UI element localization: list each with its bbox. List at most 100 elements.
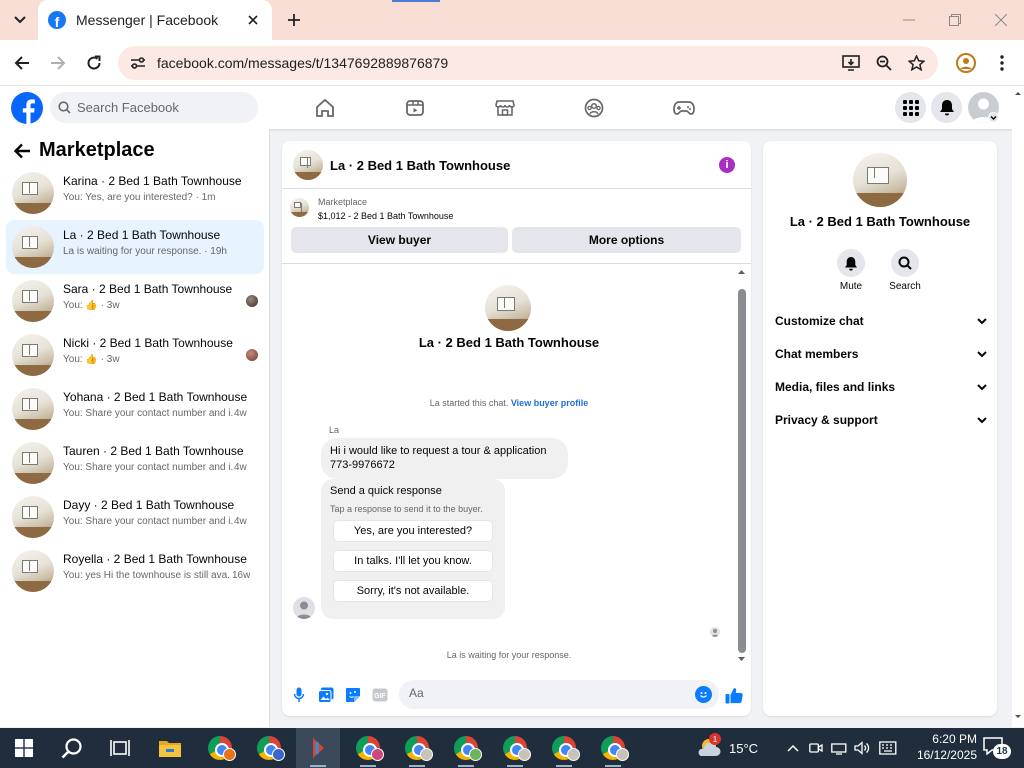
file-explorer-button[interactable] [148, 728, 192, 768]
chrome-window-button[interactable] [346, 728, 390, 768]
network-tray-icon[interactable] [830, 728, 848, 768]
section-media-files-links[interactable]: Media, files and links [775, 376, 987, 398]
zoom-button[interactable] [873, 52, 895, 74]
message-input[interactable] [409, 686, 679, 700]
chrome-window-button[interactable] [444, 728, 488, 768]
chrome-window-button[interactable] [493, 728, 537, 768]
svg-text:GIF: GIF [374, 693, 386, 700]
nav-marketplace[interactable] [492, 95, 518, 121]
emoji-button[interactable] [695, 686, 712, 703]
chat-title[interactable]: La · 2 Bed 1 Bath Townhouse [330, 158, 510, 173]
sticker-button[interactable] [344, 686, 362, 704]
chat-scrollbar-thumb[interactable] [738, 289, 746, 653]
restore-button[interactable] [932, 0, 978, 40]
close-tab-button[interactable] [244, 11, 262, 29]
conversation-item[interactable]: Nicki · 2 Bed 1 Bath Townhouse You: 👍 · … [6, 328, 264, 382]
address-bar[interactable]: facebook.com/messages/t/1347692889876879 [118, 46, 938, 80]
quick-response-option[interactable]: Yes, are you interested? [333, 520, 493, 542]
nav-video[interactable] [402, 95, 428, 121]
meet-tray-icon[interactable] [808, 728, 824, 768]
view-buyer-button[interactable]: View buyer [291, 227, 508, 253]
voice-clip-button[interactable] [290, 686, 308, 704]
menu-button[interactable] [895, 92, 926, 123]
chrome-profile-button[interactable] [954, 51, 978, 75]
search-action[interactable]: Search [885, 249, 925, 292]
search-conversation-button[interactable] [891, 249, 919, 277]
quick-response-option[interactable]: In talks. I'll let you know. [333, 550, 493, 572]
quick-response-option[interactable]: Sorry, it's not available. [333, 580, 493, 602]
thread-profile-name: La · 2 Bed 1 Bath Townhouse [418, 335, 600, 350]
profile-badge [223, 748, 236, 761]
conversation-item[interactable]: Royella · 2 Bed 1 Bath Townhouse You: ye… [6, 544, 264, 598]
section-chat-members[interactable]: Chat members [775, 343, 987, 365]
section-privacy-support[interactable]: Privacy & support [775, 409, 987, 431]
back-button[interactable] [9, 50, 35, 76]
search-taskbar-button[interactable] [50, 728, 94, 768]
gif-button[interactable]: GIF [371, 686, 389, 704]
forward-button[interactable] [45, 50, 71, 76]
chrome-menu-button[interactable] [990, 51, 1014, 75]
chrome-window-button[interactable] [542, 728, 586, 768]
conversation-item-active[interactable]: La · 2 Bed 1 Bath Townhouse La is waitin… [6, 220, 264, 274]
language-tray-icon[interactable] [877, 728, 899, 768]
message-input-box[interactable] [399, 680, 719, 709]
nav-home[interactable] [312, 95, 338, 121]
search-input[interactable] [77, 100, 247, 115]
conversation-preview: You: Share your contact number and i... [63, 408, 233, 419]
chrome-window-button[interactable] [395, 728, 439, 768]
info-button[interactable]: i [719, 157, 735, 173]
attach-media-button[interactable] [317, 686, 335, 704]
listing-detail[interactable]: $1,012 - 2 Bed 1 Bath Townhouse [318, 211, 453, 221]
minimize-button[interactable] [886, 0, 932, 40]
nav-groups[interactable] [581, 95, 607, 121]
chrome-window-button[interactable] [591, 728, 635, 768]
listing-thumbnail [12, 172, 54, 214]
active-app-button[interactable] [296, 728, 340, 768]
conversation-item[interactable]: Karina · 2 Bed 1 Bath Townhouse You: Yes… [6, 166, 264, 220]
facebook-search[interactable] [50, 92, 258, 123]
install-app-button[interactable] [840, 52, 862, 74]
conversation-item[interactable]: Dayy · 2 Bed 1 Bath Townhouse You: Share… [6, 490, 264, 544]
started-chat-text: La started this chat. [429, 398, 509, 408]
back-arrow-icon[interactable] [13, 143, 31, 159]
more-options-button[interactable]: More options [512, 227, 741, 253]
quick-response-title: Send a quick response [330, 485, 442, 497]
close-window-button[interactable] [978, 0, 1024, 40]
account-chevron[interactable] [988, 112, 999, 123]
listing-thumbnail[interactable] [293, 150, 323, 180]
page-scrollbar[interactable] [1012, 86, 1024, 727]
section-customize-chat[interactable]: Customize chat [775, 310, 987, 332]
message-thread: La · 2 Bed 1 Bath Townhouse La started t… [282, 265, 751, 666]
mute-action[interactable]: Mute [831, 249, 871, 292]
clock[interactable]: 6:20 PM 16/12/2025 [907, 731, 977, 763]
volume-tray-icon[interactable] [853, 728, 871, 768]
bookmark-button[interactable] [905, 52, 927, 74]
conversation-item[interactable]: Yohana · 2 Bed 1 Bath Townhouse You: Sha… [6, 382, 264, 436]
notification-center-button[interactable]: 18 [983, 737, 1013, 759]
notifications-button[interactable] [931, 92, 962, 123]
weather-widget[interactable]: 1 15°C [697, 728, 758, 768]
incoming-message[interactable]: Hi i would like to request a tour & appl… [321, 438, 568, 479]
tune-icon [131, 57, 145, 69]
show-hidden-icons[interactable] [783, 728, 803, 768]
mute-button[interactable] [837, 249, 865, 277]
camera-icon [809, 743, 823, 753]
listing-thumbnail [12, 442, 54, 484]
chrome-profile-f-button[interactable] [198, 728, 242, 768]
like-button[interactable] [725, 686, 743, 704]
task-view-button[interactable] [98, 728, 142, 768]
reload-button[interactable] [81, 50, 107, 76]
new-tab-button[interactable] [282, 8, 306, 32]
browser-tab[interactable]: f Messenger | Facebook [38, 0, 272, 40]
site-info-button[interactable] [126, 51, 150, 75]
facebook-logo[interactable] [11, 92, 43, 124]
chrome-profile-button[interactable] [247, 728, 291, 768]
tab-search-button[interactable] [8, 8, 32, 32]
nav-gaming[interactable] [671, 95, 697, 121]
gif-icon: GIF [372, 688, 388, 702]
conversation-item[interactable]: Sara · 2 Bed 1 Bath Townhouse You: 👍 · 3… [6, 274, 264, 328]
conversation-item[interactable]: Tauren · 2 Bed 1 Bath Townhouse You: Sha… [6, 436, 264, 490]
chat-scrollbar[interactable] [737, 267, 746, 664]
start-button[interactable] [2, 728, 46, 768]
view-buyer-profile-link[interactable]: View buyer profile [511, 398, 588, 408]
